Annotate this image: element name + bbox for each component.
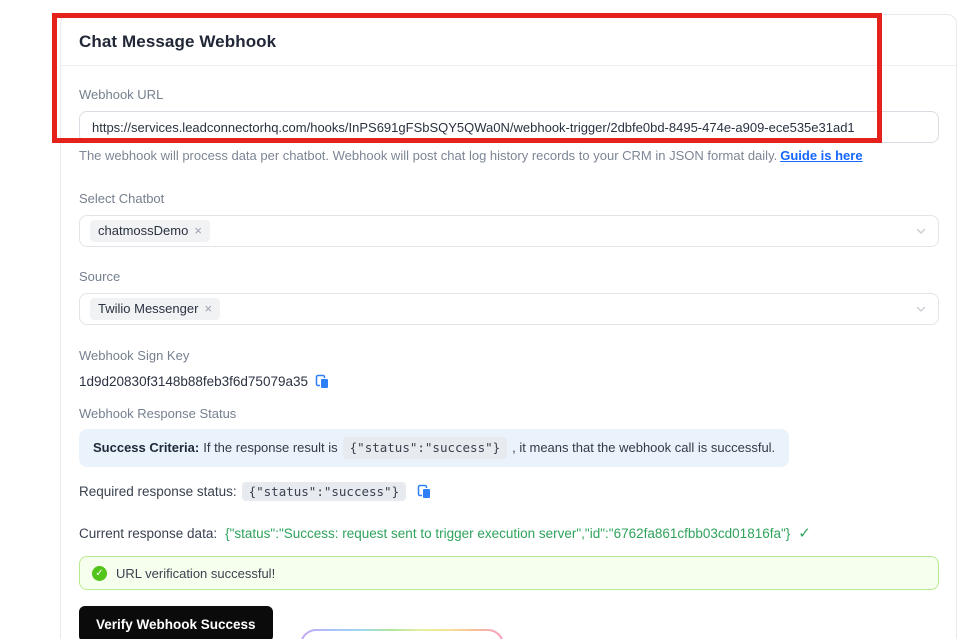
chevron-down-icon[interactable] bbox=[914, 302, 928, 316]
page: Chat Message Webhook Webhook URL The web… bbox=[0, 0, 974, 639]
current-response-label: Current response data: bbox=[79, 525, 218, 541]
success-criteria-title: Success Criteria: bbox=[93, 440, 200, 455]
sign-key-label: Webhook Sign Key bbox=[79, 348, 190, 363]
source-tag: Twilio Messenger × bbox=[90, 298, 221, 320]
chatbot-tag-label: chatmossDemo bbox=[98, 223, 189, 238]
card-header: Chat Message Webhook bbox=[61, 15, 956, 66]
copy-icon[interactable] bbox=[417, 484, 432, 499]
success-criteria-pre: If the response result is bbox=[203, 440, 338, 455]
chevron-down-icon[interactable] bbox=[914, 224, 928, 238]
webhook-helper-text: The webhook will process data per chatbo… bbox=[79, 148, 939, 164]
success-circle-icon: ✓ bbox=[92, 565, 107, 581]
webhook-url-input[interactable] bbox=[79, 111, 939, 143]
select-chatbot-label: Select Chatbot bbox=[79, 191, 165, 206]
sign-key-value: 1d9d20830f3148b88feb3f6d75079a35 bbox=[79, 373, 308, 389]
success-criteria-post: , it means that the webhook call is succ… bbox=[512, 440, 776, 455]
webhook-url-label: Webhook URL bbox=[79, 87, 164, 102]
remove-tag-icon[interactable]: × bbox=[204, 301, 212, 317]
rainbow-border-panel bbox=[300, 629, 504, 639]
sign-key-row: 1d9d20830f3148b88feb3f6d75079a35 bbox=[79, 372, 939, 390]
required-status-row: Required response status: {"status":"suc… bbox=[79, 482, 939, 501]
page-title: Chat Message Webhook bbox=[79, 32, 277, 51]
chatbot-select[interactable]: chatmossDemo × bbox=[79, 215, 939, 247]
copy-icon[interactable] bbox=[315, 374, 330, 389]
check-icon: ✓ bbox=[798, 525, 811, 542]
status-code-chip: {"status":"success"} bbox=[241, 482, 407, 501]
card-body: Webhook URL The webhook will process dat… bbox=[61, 87, 956, 639]
current-response-row: Current response data: {"status":"Succes… bbox=[79, 524, 939, 542]
rainbow-border-panel-inner bbox=[302, 631, 502, 639]
source-tag-label: Twilio Messenger bbox=[98, 301, 199, 316]
helper-text: The webhook will process data per chatbo… bbox=[79, 148, 778, 163]
response-status-label: Webhook Response Status bbox=[79, 406, 237, 421]
guide-link[interactable]: Guide is here bbox=[780, 148, 862, 163]
verify-webhook-button[interactable]: Verify Webhook Success bbox=[79, 606, 273, 639]
alert-text: URL verification successful! bbox=[116, 565, 276, 581]
chatbot-tag: chatmossDemo × bbox=[90, 220, 210, 242]
webhook-settings-card: Chat Message Webhook Webhook URL The web… bbox=[60, 14, 957, 639]
remove-tag-icon[interactable]: × bbox=[194, 223, 202, 239]
url-verification-alert: ✓ URL verification successful! bbox=[79, 556, 939, 590]
source-select[interactable]: Twilio Messenger × bbox=[79, 293, 939, 325]
source-label: Source bbox=[79, 269, 121, 284]
required-status-label: Required response status: bbox=[79, 484, 237, 499]
current-response-value: {"status":"Success: request sent to trig… bbox=[225, 525, 791, 541]
status-code-chip: {"status":"success"} bbox=[342, 437, 508, 459]
success-criteria-box: Success Criteria: If the response result… bbox=[79, 429, 790, 467]
